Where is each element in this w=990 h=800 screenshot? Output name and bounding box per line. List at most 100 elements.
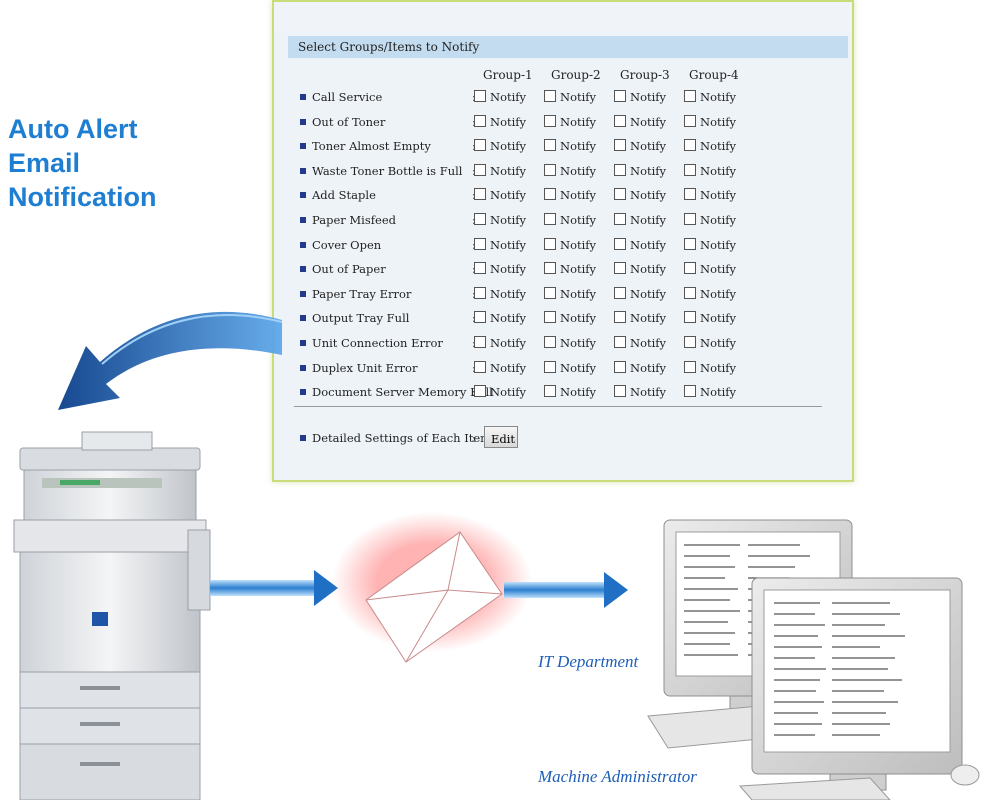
notify-checkbox-group-2[interactable]: Notify — [544, 336, 596, 350]
notify-checkbox-group-1[interactable]: Notify — [474, 385, 526, 399]
notify-checkbox-group-3[interactable]: Notify — [614, 286, 666, 301]
notify-checkbox-group-1[interactable]: Notify — [474, 139, 526, 153]
notify-checkbox-group-2[interactable]: Notify — [544, 262, 596, 276]
notify-checkbox-group-2[interactable]: Notify — [544, 286, 596, 301]
notify-checkbox-group-2[interactable]: Notify — [544, 188, 596, 202]
notify-checkbox-group-1[interactable]: Notify — [474, 262, 526, 276]
checkbox-icon[interactable] — [544, 311, 556, 324]
checkbox-icon[interactable] — [544, 336, 556, 348]
checkbox-icon[interactable] — [474, 213, 486, 225]
checkbox-icon[interactable] — [614, 213, 626, 225]
checkbox-icon[interactable] — [544, 90, 556, 102]
notify-checkbox-group-1[interactable]: Notify — [474, 90, 526, 104]
checkbox-icon[interactable] — [684, 188, 696, 201]
notify-checkbox-group-2[interactable]: Notify — [544, 90, 596, 104]
notify-checkbox-group-2[interactable]: Notify — [544, 114, 596, 129]
checkbox-icon[interactable] — [614, 360, 626, 373]
notify-checkbox-group-4[interactable]: Notify — [684, 188, 736, 202]
checkbox-icon[interactable] — [544, 163, 556, 176]
checkbox-icon[interactable] — [614, 139, 626, 152]
notify-checkbox-group-4[interactable]: Notify — [684, 163, 736, 178]
checkbox-icon[interactable] — [614, 336, 626, 348]
notify-checkbox-group-3[interactable]: Notify — [614, 360, 666, 375]
notify-checkbox-group-2[interactable]: Notify — [544, 385, 596, 399]
notify-checkbox-group-1[interactable]: Notify — [474, 311, 526, 325]
checkbox-icon[interactable] — [544, 139, 556, 152]
notify-checkbox-group-2[interactable]: Notify — [544, 139, 596, 153]
notify-checkbox-group-3[interactable]: Notify — [614, 336, 666, 350]
notify-checkbox-group-4[interactable]: Notify — [684, 139, 736, 153]
checkbox-icon[interactable] — [544, 385, 556, 398]
checkbox-icon[interactable] — [684, 237, 696, 250]
checkbox-icon[interactable] — [474, 237, 486, 250]
checkbox-icon[interactable] — [684, 262, 696, 275]
checkbox-icon[interactable] — [474, 139, 486, 152]
checkbox-icon[interactable] — [614, 262, 626, 275]
notify-checkbox-group-3[interactable]: Notify — [614, 213, 666, 227]
notify-checkbox-group-3[interactable]: Notify — [614, 262, 666, 276]
notify-checkbox-group-2[interactable]: Notify — [544, 360, 596, 375]
edit-button[interactable]: Edit — [484, 426, 518, 448]
notify-checkbox-group-1[interactable]: Notify — [474, 188, 526, 202]
checkbox-icon[interactable] — [614, 163, 626, 176]
notify-checkbox-group-2[interactable]: Notify — [544, 163, 596, 178]
checkbox-icon[interactable] — [684, 336, 696, 348]
checkbox-icon[interactable] — [474, 90, 486, 102]
checkbox-icon[interactable] — [614, 385, 626, 398]
notify-checkbox-group-3[interactable]: Notify — [614, 237, 666, 252]
checkbox-icon[interactable] — [614, 311, 626, 324]
notify-checkbox-group-1[interactable]: Notify — [474, 336, 526, 350]
checkbox-icon[interactable] — [614, 90, 626, 102]
notify-checkbox-group-3[interactable]: Notify — [614, 90, 666, 104]
checkbox-icon[interactable] — [544, 188, 556, 201]
checkbox-icon[interactable] — [684, 213, 696, 225]
checkbox-icon[interactable] — [614, 286, 626, 299]
notify-checkbox-group-4[interactable]: Notify — [684, 237, 736, 252]
notify-checkbox-group-4[interactable]: Notify — [684, 114, 736, 129]
checkbox-icon[interactable] — [614, 188, 626, 201]
notify-checkbox-group-4[interactable]: Notify — [684, 385, 736, 399]
checkbox-icon[interactable] — [684, 360, 696, 373]
checkbox-icon[interactable] — [544, 114, 556, 127]
checkbox-icon[interactable] — [684, 139, 696, 152]
checkbox-icon[interactable] — [684, 114, 696, 127]
checkbox-icon[interactable] — [474, 188, 486, 201]
notify-checkbox-group-3[interactable]: Notify — [614, 311, 666, 325]
checkbox-icon[interactable] — [474, 311, 486, 324]
checkbox-icon[interactable] — [684, 286, 696, 299]
notify-checkbox-group-2[interactable]: Notify — [544, 237, 596, 252]
notify-checkbox-group-1[interactable]: Notify — [474, 163, 526, 178]
checkbox-icon[interactable] — [474, 262, 486, 275]
checkbox-icon[interactable] — [544, 213, 556, 225]
checkbox-icon[interactable] — [684, 90, 696, 102]
checkbox-icon[interactable] — [544, 237, 556, 250]
notify-checkbox-group-3[interactable]: Notify — [614, 385, 666, 399]
checkbox-icon[interactable] — [614, 237, 626, 250]
checkbox-icon[interactable] — [684, 311, 696, 324]
checkbox-icon[interactable] — [544, 262, 556, 275]
notify-checkbox-group-1[interactable]: Notify — [474, 114, 526, 129]
notify-checkbox-group-2[interactable]: Notify — [544, 311, 596, 325]
checkbox-icon[interactable] — [614, 114, 626, 127]
notify-checkbox-group-1[interactable]: Notify — [474, 286, 526, 301]
notify-checkbox-group-2[interactable]: Notify — [544, 213, 596, 227]
notify-checkbox-group-3[interactable]: Notify — [614, 114, 666, 129]
notify-checkbox-group-1[interactable]: Notify — [474, 360, 526, 375]
checkbox-icon[interactable] — [474, 163, 486, 176]
notify-checkbox-group-3[interactable]: Notify — [614, 139, 666, 153]
notify-checkbox-group-1[interactable]: Notify — [474, 213, 526, 227]
checkbox-icon[interactable] — [544, 286, 556, 299]
notify-checkbox-group-3[interactable]: Notify — [614, 163, 666, 178]
notify-checkbox-group-4[interactable]: Notify — [684, 286, 736, 301]
notify-checkbox-group-4[interactable]: Notify — [684, 336, 736, 350]
checkbox-icon[interactable] — [474, 286, 486, 299]
notify-checkbox-group-1[interactable]: Notify — [474, 237, 526, 252]
notify-checkbox-group-4[interactable]: Notify — [684, 213, 736, 227]
checkbox-icon[interactable] — [474, 385, 486, 398]
notify-checkbox-group-4[interactable]: Notify — [684, 262, 736, 276]
checkbox-icon[interactable] — [474, 336, 486, 348]
notify-checkbox-group-3[interactable]: Notify — [614, 188, 666, 202]
notify-checkbox-group-4[interactable]: Notify — [684, 311, 736, 325]
checkbox-icon[interactable] — [684, 163, 696, 176]
checkbox-icon[interactable] — [544, 360, 556, 373]
